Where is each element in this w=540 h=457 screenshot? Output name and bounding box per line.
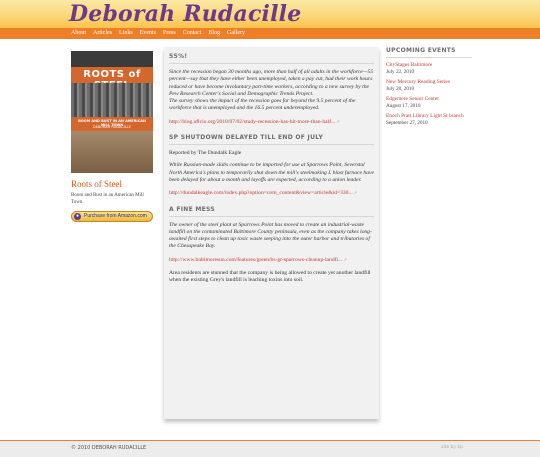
event-link[interactable]: Enoch Pratt Library Light St branch bbox=[386, 113, 472, 120]
nav-item-blog[interactable]: Blog bbox=[208, 28, 220, 39]
divider bbox=[386, 57, 472, 58]
post-link[interactable]: http://blog.aflcio.org/2010/07/02/study-… bbox=[169, 118, 374, 126]
nav-item-contact[interactable]: Contact bbox=[183, 28, 202, 39]
events-sidebar: UPCOMING EVENTS CityStages Baltimore Jul… bbox=[386, 47, 472, 130]
event-item: CityStages Baltimore July 22, 2010 bbox=[386, 62, 472, 75]
post-link-text[interactable]: http://www.baltimoresun.com/features/gre… bbox=[169, 257, 342, 263]
nav-item-articles[interactable]: Articles bbox=[93, 28, 112, 39]
nav-item-links[interactable]: Links bbox=[119, 28, 133, 39]
posts-column: 55%! Since the recession began 30 months… bbox=[164, 47, 379, 419]
post-body: Area residents are stunned that the comp… bbox=[169, 270, 371, 284]
cover-author: DEBORAH RUDACILLE bbox=[93, 125, 131, 129]
cover-photo bbox=[71, 83, 153, 117]
post: A FINE MESS The owner of the steel plant… bbox=[169, 206, 374, 285]
event-item: Edgemere Senior Center August 17, 2010 bbox=[386, 96, 472, 109]
event-date: July 22, 2010 bbox=[386, 68, 415, 75]
post-link-text[interactable]: http://dundalkeagle.com/index.php?option… bbox=[169, 190, 353, 196]
divider bbox=[169, 215, 374, 217]
amazon-purchase-button[interactable]: ● Purchase from Amazon.com bbox=[71, 211, 153, 222]
main-nav: About Articles Links Events Press Contac… bbox=[0, 28, 540, 39]
nav-item-gallery[interactable]: Gallery bbox=[227, 28, 245, 39]
post-body: The survey shows the impact of the reces… bbox=[169, 98, 356, 112]
divider bbox=[169, 144, 374, 146]
external-link-icon: ↗ bbox=[342, 256, 347, 262]
site-header: Deborah Rudacille bbox=[0, 0, 540, 28]
event-item: Enoch Pratt Library Light St branch Sept… bbox=[386, 113, 472, 126]
post-link[interactable]: http://www.baltimoresun.com/features/gre… bbox=[169, 256, 374, 264]
event-date: July 28, 2010 bbox=[386, 85, 415, 92]
post-title[interactable]: A FINE MESS bbox=[169, 206, 374, 213]
page-body: ROOTS of STEEL BOOM AND BUST IN AN AMERI… bbox=[0, 39, 540, 440]
post-body: Since the recession began 30 months ago,… bbox=[169, 69, 374, 97]
post-title[interactable]: SP SHUTDOWN DELAYED TILL END OF JULY bbox=[169, 134, 374, 141]
site-footer: © 2010 DEBORAH RUDACILLE site by kp bbox=[0, 441, 540, 457]
nav-list: About Articles Links Events Press Contac… bbox=[71, 28, 245, 39]
event-date: August 17, 2010 bbox=[386, 102, 421, 109]
post-link-text[interactable]: http://blog.aflcio.org/2010/07/02/study-… bbox=[169, 119, 335, 125]
site-credit[interactable]: site by kp bbox=[441, 445, 463, 450]
post: 55%! Since the recession began 30 months… bbox=[169, 53, 374, 126]
cover-top-band bbox=[71, 51, 153, 67]
nav-item-events[interactable]: Events bbox=[140, 28, 156, 39]
post-body: The owner of the steel plant at Sparrows… bbox=[169, 221, 372, 250]
copyright-text: © 2010 DEBORAH RUDACILLE bbox=[71, 445, 147, 451]
post-link[interactable]: http://dundalkeagle.com/index.php?option… bbox=[169, 189, 374, 197]
post: SP SHUTDOWN DELAYED TILL END OF JULY Rep… bbox=[169, 134, 374, 197]
event-date: September 27, 2010 bbox=[386, 119, 428, 126]
site-title[interactable]: Deborah Rudacille bbox=[69, 1, 301, 27]
post-byline: Reported by The Dundalk Eagle bbox=[169, 150, 242, 157]
nav-item-press[interactable]: Press bbox=[163, 28, 176, 39]
post-body: While Russian-made slabs continue to be … bbox=[169, 162, 374, 183]
book-cover-image[interactable]: ROOTS of STEEL BOOM AND BUST IN AN AMERI… bbox=[71, 51, 153, 173]
external-link-icon: ↗ bbox=[352, 190, 357, 196]
cover-bottom-photo bbox=[71, 131, 153, 173]
divider bbox=[169, 63, 374, 64]
book-title: Roots of Steel bbox=[71, 179, 122, 189]
sidebar-title: UPCOMING EVENTS bbox=[386, 47, 456, 54]
post-title[interactable]: 55%! bbox=[169, 53, 374, 60]
nav-item-about[interactable]: About bbox=[71, 28, 86, 39]
external-link-icon: ↗ bbox=[335, 118, 340, 124]
cart-icon: ● bbox=[74, 213, 81, 220]
amazon-purchase-label: Purchase from Amazon.com bbox=[84, 213, 147, 219]
book-subtitle: Boom and Bust in an American Mill Town bbox=[71, 193, 144, 205]
event-item: New Mercury Reading Series July 28, 2010 bbox=[386, 79, 472, 92]
